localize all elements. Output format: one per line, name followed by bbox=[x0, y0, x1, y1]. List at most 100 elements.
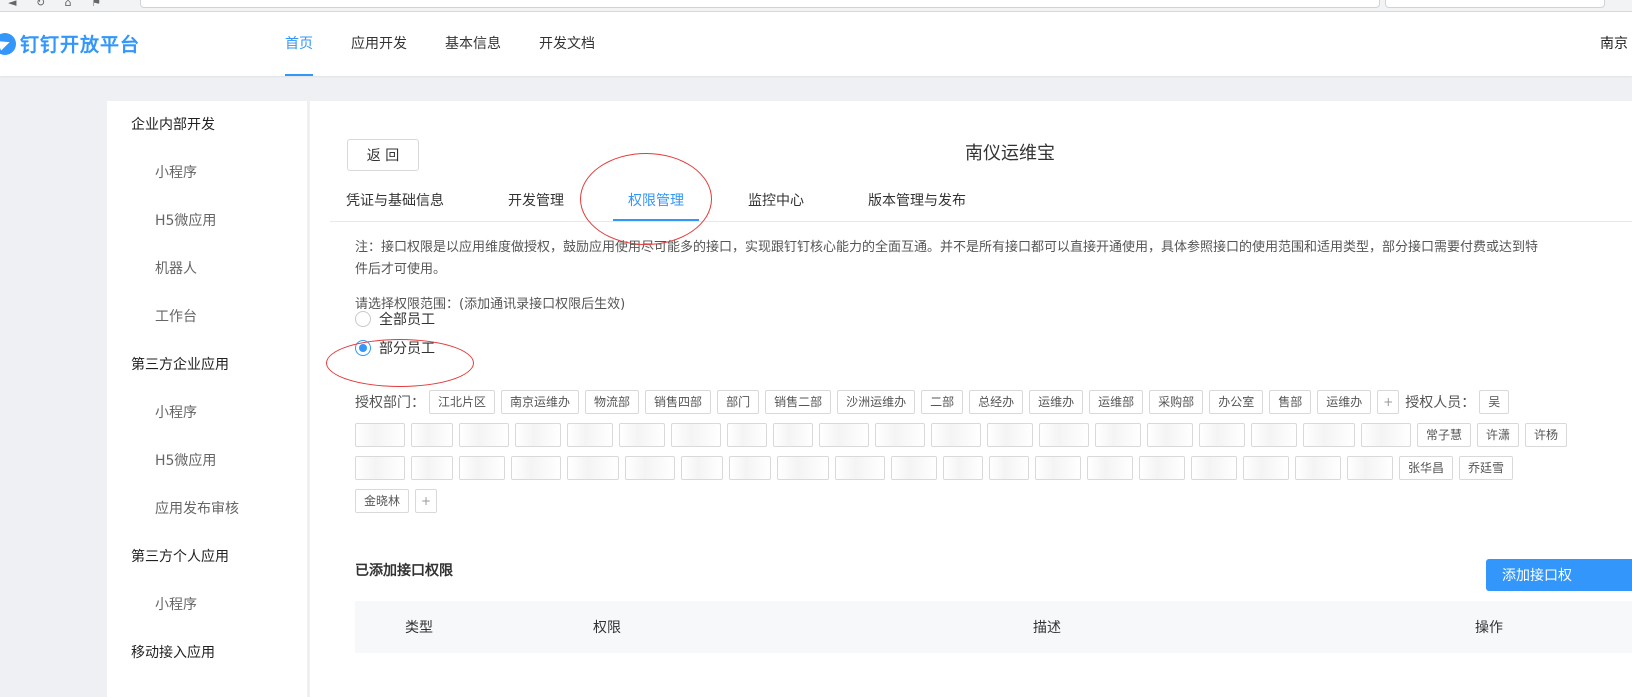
dept-chip[interactable]: 运维办 bbox=[1317, 390, 1372, 414]
person-chip-row-2: 常子慧 许潇 许杨 bbox=[355, 423, 1573, 447]
person-chip-redacted[interactable] bbox=[777, 456, 829, 480]
radio-partial-circle[interactable] bbox=[355, 340, 371, 356]
nav-home[interactable]: 首页 bbox=[285, 12, 313, 76]
sidebar-item-robot[interactable]: 机器人 bbox=[107, 245, 307, 293]
add-dept-button[interactable]: + bbox=[1377, 390, 1400, 414]
dept-chip[interactable]: 沙洲运维办 bbox=[837, 390, 916, 414]
person-chip-redacted[interactable] bbox=[875, 423, 925, 447]
person-chip-redacted[interactable] bbox=[943, 456, 983, 480]
nav-dev-docs[interactable]: 开发文档 bbox=[539, 12, 595, 76]
tab-dev-management[interactable]: 开发管理 bbox=[493, 181, 579, 221]
person-chip-redacted[interactable] bbox=[619, 423, 665, 447]
sidebar-group-third-party-personal: 第三方个人应用 bbox=[131, 549, 229, 565]
add-person-button[interactable]: + bbox=[415, 489, 438, 513]
dept-chip[interactable]: 运维办 bbox=[1029, 390, 1084, 414]
person-chip[interactable]: 乔廷雪 bbox=[1459, 456, 1514, 480]
person-chip[interactable]: 许潇 bbox=[1477, 423, 1520, 447]
person-chip-redacted[interactable] bbox=[355, 423, 405, 447]
dept-chip[interactable]: 江北片区 bbox=[429, 390, 496, 414]
top-nav-bar: 钉钉开放平台 首页 应用开发 基本信息 开发文档 南京 bbox=[0, 12, 1632, 76]
sidebar-item-tp-h5[interactable]: H5微应用 bbox=[107, 437, 307, 485]
nav-app-dev[interactable]: 应用开发 bbox=[351, 12, 407, 76]
person-chip-redacted[interactable] bbox=[1191, 456, 1237, 480]
dept-chip[interactable]: 南京运维办 bbox=[501, 390, 580, 414]
radio-all-circle[interactable] bbox=[355, 311, 371, 327]
nav-basic-info[interactable]: 基本信息 bbox=[445, 12, 501, 76]
person-chip[interactable]: 吴 bbox=[1479, 390, 1510, 414]
add-api-permission-button[interactable]: 添加接口权 bbox=[1486, 559, 1632, 591]
person-chip-redacted[interactable] bbox=[681, 456, 723, 480]
person-chip[interactable]: 金晓林 bbox=[355, 489, 410, 513]
radio-all-employees[interactable]: 全部员工 bbox=[355, 309, 435, 329]
address-bar[interactable] bbox=[140, 0, 1380, 8]
dept-chip[interactable]: 采购部 bbox=[1149, 390, 1204, 414]
sidebar-group-internal: 企业内部开发 bbox=[131, 117, 215, 133]
sidebar-item-personal-mini-program[interactable]: 小程序 bbox=[107, 581, 307, 629]
person-chip-redacted[interactable] bbox=[1147, 423, 1193, 447]
dept-chip[interactable]: 售部 bbox=[1269, 390, 1312, 414]
tab-version-release[interactable]: 版本管理与发布 bbox=[853, 181, 981, 221]
person-chip-redacted[interactable] bbox=[727, 423, 767, 447]
back-button[interactable]: 返 回 bbox=[347, 139, 419, 171]
person-chip-redacted[interactable] bbox=[1251, 423, 1297, 447]
person-chip-redacted[interactable] bbox=[459, 423, 509, 447]
person-chip-redacted[interactable] bbox=[567, 456, 619, 480]
person-chip-redacted[interactable] bbox=[729, 456, 771, 480]
auth-person-label: 授权人员： bbox=[1405, 395, 1476, 411]
person-chip-redacted[interactable] bbox=[1199, 423, 1245, 447]
user-org-name[interactable]: 南京 bbox=[1600, 12, 1632, 76]
person-chip[interactable]: 常子慧 bbox=[1417, 423, 1472, 447]
person-chip-redacted[interactable] bbox=[1303, 423, 1355, 447]
person-chip-redacted[interactable] bbox=[625, 456, 675, 480]
person-chip-redacted[interactable] bbox=[459, 456, 505, 480]
person-chip-redacted[interactable] bbox=[1039, 423, 1089, 447]
browser-nav-icons[interactable]: ◄ ↻ ⌂ ⚑ bbox=[8, 0, 109, 9]
person-chip-redacted[interactable] bbox=[671, 423, 721, 447]
dept-chip[interactable]: 销售二部 bbox=[765, 390, 832, 414]
person-chip-redacted[interactable] bbox=[511, 456, 561, 480]
person-chip-redacted[interactable] bbox=[411, 423, 453, 447]
permissions-table-header: 类型 权限 描述 操作 bbox=[355, 601, 1632, 653]
person-chip-redacted[interactable] bbox=[1347, 456, 1393, 480]
dept-chip[interactable]: 总经办 bbox=[969, 390, 1024, 414]
person-chip-redacted[interactable] bbox=[411, 456, 453, 480]
person-chip-redacted[interactable] bbox=[989, 456, 1029, 480]
person-chip-redacted[interactable] bbox=[1139, 456, 1185, 480]
person-chip[interactable]: 许杨 bbox=[1525, 423, 1568, 447]
person-chip-redacted[interactable] bbox=[931, 423, 981, 447]
person-chip-redacted[interactable] bbox=[1087, 456, 1133, 480]
col-actions: 操作 bbox=[1475, 620, 1503, 636]
person-chip-redacted[interactable] bbox=[567, 423, 613, 447]
person-chip-redacted[interactable] bbox=[835, 456, 885, 480]
sidebar-item-publish-review[interactable]: 应用发布审核 bbox=[107, 485, 307, 533]
person-chip[interactable]: 张华昌 bbox=[1399, 456, 1454, 480]
sidebar-item-workbench[interactable]: 工作台 bbox=[107, 293, 307, 341]
person-chip-redacted[interactable] bbox=[1243, 456, 1289, 480]
sidebar-item-h5[interactable]: H5微应用 bbox=[107, 197, 307, 245]
person-chip-redacted[interactable] bbox=[987, 423, 1033, 447]
sidebar-item-mini-program[interactable]: 小程序 bbox=[107, 149, 307, 197]
person-chip-redacted[interactable] bbox=[1295, 456, 1341, 480]
person-chip-redacted[interactable] bbox=[515, 423, 561, 447]
dept-chip[interactable]: 办公室 bbox=[1209, 390, 1264, 414]
radio-partial-employees[interactable]: 部分员工 bbox=[355, 338, 435, 358]
tab-permission-management[interactable]: 权限管理 bbox=[613, 181, 699, 221]
dept-chip[interactable]: 销售四部 bbox=[645, 390, 712, 414]
person-chip-redacted[interactable] bbox=[773, 423, 813, 447]
person-chip-redacted[interactable] bbox=[355, 456, 405, 480]
dept-chip[interactable]: 二部 bbox=[921, 390, 964, 414]
dept-chip[interactable]: 部门 bbox=[717, 390, 760, 414]
person-chip-redacted[interactable] bbox=[1035, 456, 1081, 480]
browser-search-box[interactable] bbox=[1385, 0, 1605, 8]
tabs-divider bbox=[330, 221, 1632, 222]
person-chip-redacted[interactable] bbox=[891, 456, 937, 480]
sidebar-item-tp-mini-program[interactable]: 小程序 bbox=[107, 389, 307, 437]
tab-monitoring[interactable]: 监控中心 bbox=[733, 181, 819, 221]
dept-chip[interactable]: 物流部 bbox=[585, 390, 640, 414]
person-chip-redacted[interactable] bbox=[819, 423, 869, 447]
dept-chip[interactable]: 运维部 bbox=[1089, 390, 1144, 414]
person-chip-redacted[interactable] bbox=[1095, 423, 1141, 447]
tab-credentials[interactable]: 凭证与基础信息 bbox=[346, 181, 459, 221]
person-chip-redacted[interactable] bbox=[1361, 423, 1411, 447]
logo[interactable]: 钉钉开放平台 bbox=[0, 30, 140, 57]
